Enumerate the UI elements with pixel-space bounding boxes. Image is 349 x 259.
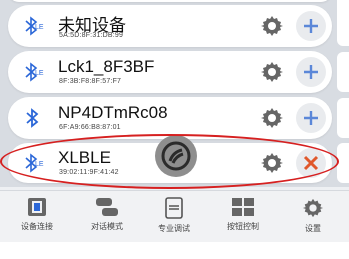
bottom-nav: 设备连接 对话模式 专业调试 按钮控制 设置: [0, 190, 349, 242]
device-name: NP4DTmRc08: [58, 103, 168, 122]
debug-icon: [165, 197, 183, 219]
device-card[interactable]: LE 未知设备 5A:5D:8F:31:DB:99: [8, 5, 332, 47]
svg-text:LE: LE: [35, 70, 44, 77]
bottom-area: [0, 242, 349, 259]
button-grid-icon: [232, 198, 254, 216]
scroll-edge: [337, 143, 349, 183]
nav-label: 按钮控制: [227, 222, 259, 231]
gear-icon[interactable]: [260, 106, 284, 130]
scroll-edge: [337, 6, 349, 46]
device-card[interactable]: LE Lck1_8F3BF 8F:3B:F8:8F:57:F7: [8, 51, 332, 93]
scroll-edge: [337, 98, 349, 138]
add-device-button[interactable]: [296, 11, 326, 41]
nav-settings[interactable]: 设置: [284, 197, 342, 241]
nav-label: 设备连接: [21, 222, 53, 231]
device-mac: 5A:5D:8F:31:DB:99: [59, 32, 124, 39]
chat-icon: [96, 198, 118, 216]
gear-icon[interactable]: [260, 14, 284, 38]
add-device-button[interactable]: [296, 103, 326, 133]
bluetooth-le-icon: LE: [25, 62, 44, 82]
device-mac: 6F:A9:66:B8:87:01: [59, 124, 121, 131]
device-name: Lck1_8F3BF: [58, 57, 155, 76]
nav-debug[interactable]: 专业调试: [145, 197, 203, 241]
device-card[interactable]: NP4DTmRc08 6F:A9:66:B8:87:01: [8, 97, 332, 139]
nav-label: 设置: [305, 224, 321, 233]
device-connect-icon: [28, 198, 46, 216]
add-device-button[interactable]: [296, 57, 326, 87]
plus-icon: [304, 111, 318, 125]
highlight-annotation: [0, 134, 339, 189]
gear-icon: [302, 198, 324, 218]
plus-icon: [304, 65, 318, 79]
device-card-partial[interactable]: [8, 0, 332, 2]
bluetooth-icon: [26, 108, 39, 128]
scroll-edge: [337, 52, 349, 92]
nav-label: 对话模式: [91, 222, 123, 231]
device-mac: 8F:3B:F8:8F:57:F7: [59, 78, 122, 85]
svg-text:LE: LE: [35, 24, 44, 31]
bluetooth-le-icon: LE: [25, 16, 44, 36]
gear-icon[interactable]: [260, 60, 284, 84]
plus-icon: [304, 19, 318, 33]
nav-label: 专业调试: [158, 224, 190, 233]
nav-device-connect[interactable]: 设备连接: [8, 197, 66, 241]
nav-chat[interactable]: 对话模式: [78, 197, 136, 241]
nav-button-control[interactable]: 按钮控制: [214, 197, 272, 241]
